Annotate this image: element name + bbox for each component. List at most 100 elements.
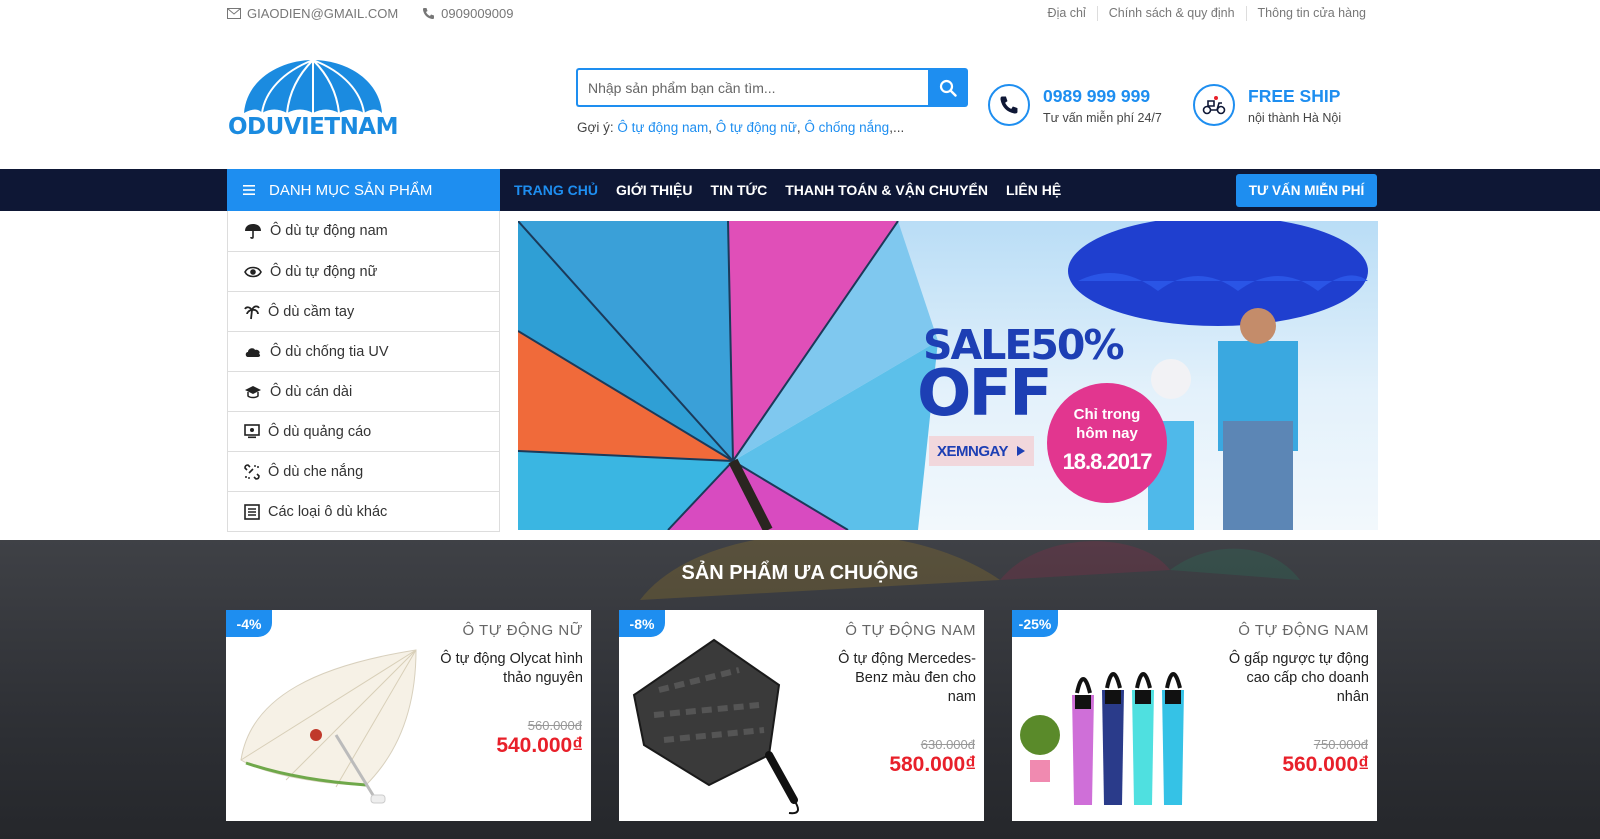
umbrella-logo-icon (244, 59, 382, 114)
view-now-button[interactable]: XEMNGAY (929, 436, 1034, 466)
promo-text-line2: hôm nay (1076, 425, 1138, 442)
product-image-colored-umbrellas (1020, 672, 1184, 805)
search-button[interactable] (928, 68, 968, 107)
product-price: 580.000₫ (889, 753, 976, 776)
product-card[interactable]: -4% Ô TỰ ĐỘNG NỮ Ô tự động Olycat hình t… (226, 610, 591, 821)
nav-item-about[interactable]: GIỚI THIỆU (616, 182, 693, 198)
category-item-uv[interactable]: Ô dù chống tia UV (228, 331, 499, 371)
envelope-icon (227, 8, 241, 19)
palm-tree-icon (244, 304, 260, 319)
phone-circle-icon (988, 84, 1030, 126)
category-item-handheld[interactable]: Ô dù cầm tay (228, 291, 499, 331)
freeship-title: FREE SHIP (1248, 85, 1341, 106)
category-label: Ô dù tự động nam (270, 223, 388, 239)
search-icon (939, 79, 957, 97)
email-contact[interactable]: GIAODIEN@GMAIL.COM (227, 6, 398, 21)
top-links: Địa chỉ Chính sách & quy định Thông tin … (1037, 6, 1377, 21)
unlink-icon (244, 463, 260, 480)
nav-item-home[interactable]: TRANG CHỦ (514, 182, 598, 198)
category-label: Ô dù che nắng (268, 463, 364, 480)
phone-text: 0909009009 (441, 6, 514, 21)
logo-text: ODUVIETNAM (227, 114, 399, 140)
product-card[interactable]: -8% Ô TỰ ĐỘNG NAM Ô tự động Mercedes-Ben… (619, 610, 984, 821)
suggest-link-female-auto[interactable]: Ô tự động nữ (716, 120, 797, 135)
product-old-price: 630.000đ (920, 737, 975, 752)
category-item-others[interactable]: Các loại ô dù khác (228, 491, 499, 531)
product-name[interactable]: Ô gấp ngược tự động cao cấp cho doanh nh… (1219, 650, 1369, 707)
site-logo[interactable]: ODUVIETNAM (227, 58, 399, 146)
category-item-sunshade[interactable]: Ô dù che nắng (228, 451, 499, 491)
product-old-price: 560.000đ (527, 718, 582, 733)
main-nav: DANH MỤC SẢN PHẨM TRANG CHỦ GIỚI THIỆU T… (0, 169, 1600, 211)
nav-item-contact[interactable]: LIÊN HỆ (1006, 182, 1061, 198)
discount-badge: -4% (226, 610, 272, 637)
product-category[interactable]: Ô TỰ ĐỘNG NAM (845, 622, 976, 639)
scooter-icon (1202, 96, 1226, 115)
hamburger-icon (243, 185, 255, 195)
category-item-long-handle[interactable]: Ô dù cán dài (228, 371, 499, 411)
monitor-icon (244, 424, 260, 439)
category-menu-toggle[interactable]: DANH MỤC SẢN PHẨM (227, 169, 500, 211)
category-list: Ô dù tự động nam Ô dù tự động nữ Ô dù cầ… (227, 211, 500, 532)
category-item-advertising[interactable]: Ô dù quảng cáo (228, 411, 499, 451)
product-price: 540.000₫ (496, 734, 583, 757)
search-input[interactable] (576, 68, 928, 107)
view-now-label: XEMNGAY (937, 442, 1008, 460)
play-arrow-icon (1016, 446, 1025, 456)
list-icon (244, 503, 260, 520)
email-text: GIAODIEN@GMAIL.COM (247, 6, 399, 21)
umbrella-icon (245, 224, 261, 239)
promo-date: 18.8.2017 (1062, 449, 1153, 474)
category-label: Ô dù tự động nữ (270, 263, 378, 280)
suggest-link-sunshade[interactable]: Ô chống nắng (804, 120, 889, 135)
freeship-box: FREE SHIP nội thành Hà Nội (1193, 84, 1341, 126)
promo-banner[interactable]: SALE50% OFF XEMNGAY Chỉ trong hôm nay 18… (518, 221, 1378, 530)
product-card[interactable]: -25% Ô TỰ ĐỘNG NAM Ô gấp ngược tự động c… (1012, 610, 1377, 821)
delivery-scooter-circle-icon (1193, 84, 1235, 126)
eye-icon (244, 266, 262, 277)
promo-date-badge: Chỉ trong hôm nay 18.8.2017 (1047, 383, 1167, 503)
discount-badge: -8% (619, 610, 665, 637)
nav-item-news[interactable]: TIN TỨC (711, 182, 768, 198)
category-label: Ô dù quảng cáo (268, 423, 372, 440)
product-name[interactable]: Ô tự động Mercedes-Benz màu đen cho nam (826, 650, 976, 707)
search-suggestions: Gợi ý: Ô tự động nam, Ô tự động nữ, Ô ch… (577, 120, 905, 135)
cloud-icon (245, 347, 261, 357)
nav-item-payment-shipping[interactable]: THANH TOÁN & VẬN CHUYỂN (785, 182, 988, 198)
top-link-store-info[interactable]: Thông tin cửa hàng (1245, 6, 1377, 21)
product-image-white-umbrella (240, 649, 417, 804)
phone-contact[interactable]: 0909009009 (422, 6, 513, 21)
category-label: Ô dù cầm tay (268, 303, 355, 320)
category-label: Ô dù chống tia UV (270, 343, 389, 360)
category-item-female-auto[interactable]: Ô dù tự động nữ (228, 251, 499, 291)
free-consult-button[interactable]: TƯ VẤN MIỄN PHÍ (1236, 174, 1377, 207)
main-menu: TRANG CHỦ GIỚI THIỆU TIN TỨC THANH TOÁN … (514, 169, 1079, 211)
hotline-number: 0989 999 999 (1043, 85, 1151, 106)
hotline-subtext: Tư vấn miễn phí 24/7 (1043, 110, 1162, 125)
category-item-male-auto[interactable]: Ô dù tự động nam (228, 211, 499, 251)
category-menu-title: DANH MỤC SẢN PHẨM (269, 181, 433, 199)
graduation-cap-icon (245, 385, 261, 398)
top-link-address[interactable]: Địa chỉ (1037, 6, 1097, 21)
discount-badge: -25% (1012, 610, 1058, 637)
top-bar: GIAODIEN@GMAIL.COM 0909009009 Địa chỉ Ch… (0, 0, 1600, 28)
product-category[interactable]: Ô TỰ ĐỘNG NAM (1238, 622, 1369, 639)
product-category[interactable]: Ô TỰ ĐỘNG NỮ (462, 622, 583, 639)
suggest-link-male-auto[interactable]: Ô tự động nam (617, 120, 708, 135)
product-image-black-umbrella (632, 638, 799, 815)
product-price: 560.000₫ (1282, 753, 1369, 776)
phone-icon (1000, 96, 1018, 114)
freeship-subtext: nội thành Hà Nội (1248, 110, 1342, 125)
featured-products-section: SẢN PHẨM ƯA CHUỘNG -4% Ô TỰ ĐỘNG NỮ Ô tự… (0, 540, 1600, 839)
section-title: SẢN PHẨM ƯA CHUỘNG (681, 562, 919, 584)
phone-icon (423, 8, 435, 19)
category-label: Các loại ô dù khác (268, 503, 388, 520)
hotline-box[interactable]: 0989 999 999 Tư vấn miễn phí 24/7 (988, 84, 1162, 126)
suggest-tail: ,... (889, 120, 905, 135)
search-bar (576, 68, 968, 107)
top-link-policy[interactable]: Chính sách & quy định (1096, 6, 1246, 21)
product-name[interactable]: Ô tự động Olycat hình thảo nguyên (433, 650, 583, 688)
suggest-label: Gợi ý: (577, 120, 614, 135)
contact-info: GIAODIEN@GMAIL.COM 0909009009 (227, 6, 537, 21)
category-label: Ô dù cán dài (270, 383, 353, 400)
